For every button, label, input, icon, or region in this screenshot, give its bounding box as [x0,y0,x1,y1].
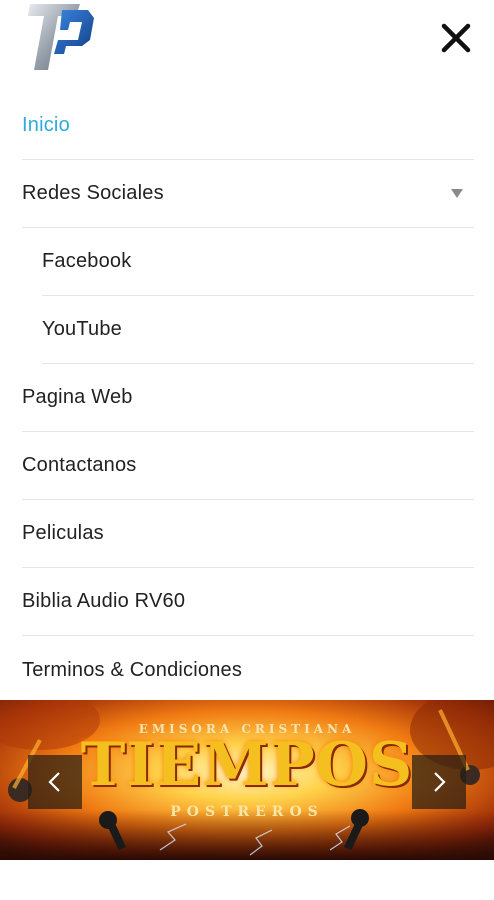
menu-item-label: Pagina Web [22,386,133,408]
menu-item-redes-sociales[interactable]: Redes Sociales [22,160,474,228]
menu-item-inicio[interactable]: Inicio [22,92,474,160]
menu-item-label: Facebook [42,250,132,272]
drawer-header [0,0,494,90]
drawer-menu: Inicio Redes Sociales Facebook YouTube P… [0,92,494,704]
caret-down-icon [450,187,464,201]
menu-item-biblia-audio[interactable]: Biblia Audio RV60 [22,568,474,636]
menu-item-label: Peliculas [22,522,104,544]
tp-logo [28,2,96,72]
chevron-right-icon[interactable] [412,755,466,809]
menu-item-label: Biblia Audio RV60 [22,590,186,612]
menu-item-label: Contactanos [22,454,137,476]
menu-item-label: YouTube [42,318,122,340]
close-icon[interactable] [436,18,476,58]
menu-item-label: Inicio [22,114,70,136]
menu-item-label: Redes Sociales [22,182,164,204]
menu-item-contactanos[interactable]: Contactanos [22,432,474,500]
menu-item-terminos[interactable]: Terminos & Condiciones [22,636,474,704]
banner-slider[interactable]: EMISORA CRISTIANA TIEMPOS POSTREROS [0,700,494,860]
menu-item-peliculas[interactable]: Peliculas [22,500,474,568]
menu-item-facebook[interactable]: Facebook [42,228,474,296]
chevron-left-icon[interactable] [28,755,82,809]
menu-item-pagina-web[interactable]: Pagina Web [22,364,474,432]
menu-item-youtube[interactable]: YouTube [42,296,474,364]
menu-item-label: Terminos & Condiciones [22,658,243,681]
